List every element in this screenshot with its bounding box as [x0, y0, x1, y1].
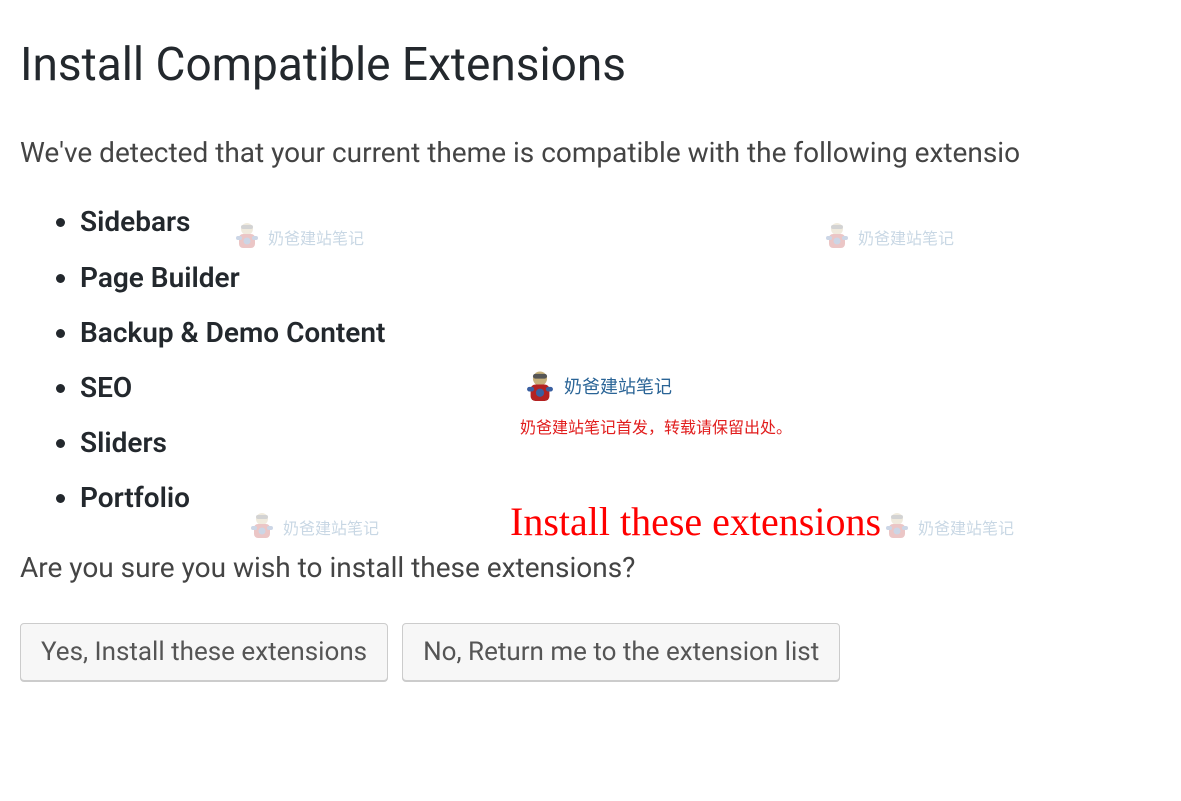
list-item: SEO: [80, 368, 1161, 407]
yes-install-button[interactable]: Yes, Install these extensions: [20, 623, 388, 681]
confirm-text: Are you sure you wish to install these e…: [20, 548, 1161, 587]
button-row: Yes, Install these extensions No, Return…: [20, 623, 1161, 681]
list-item: Sliders: [80, 423, 1161, 462]
list-item: Portfolio: [80, 478, 1161, 517]
no-return-button[interactable]: No, Return me to the extension list: [402, 623, 840, 681]
list-item: Backup & Demo Content: [80, 313, 1161, 352]
list-item: Page Builder: [80, 258, 1161, 297]
list-item: Sidebars: [80, 202, 1161, 241]
page-title: Install Compatible Extensions: [20, 38, 1161, 93]
intro-text: We've detected that your current theme i…: [20, 133, 1161, 172]
install-extensions-page: Install Compatible Extensions We've dete…: [0, 0, 1181, 701]
extension-list: Sidebars Page Builder Backup & Demo Cont…: [20, 202, 1161, 517]
